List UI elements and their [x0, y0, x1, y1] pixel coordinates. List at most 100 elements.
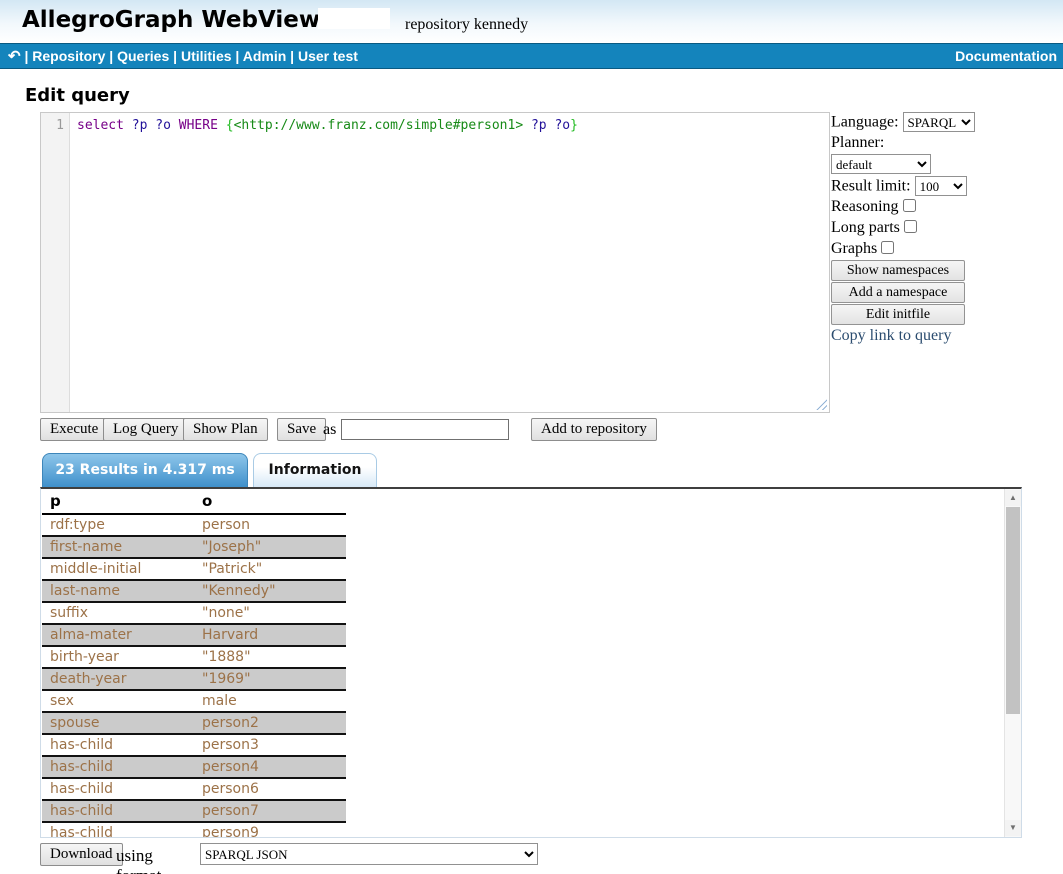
table-cell: person4	[194, 756, 346, 778]
cell-o[interactable]: person9	[202, 825, 259, 838]
scroll-up-icon[interactable]: ▲	[1005, 490, 1021, 506]
cell-p[interactable]: middle-initial	[50, 561, 141, 577]
cell-o[interactable]: male	[202, 693, 237, 709]
save-name-input[interactable]	[341, 419, 509, 440]
query-options-panel: Language: SPARQL Planner: default Result…	[831, 112, 967, 345]
table-cell: has-child	[42, 800, 194, 822]
cell-p[interactable]: has-child	[50, 759, 113, 775]
cell-o[interactable]: person2	[202, 715, 259, 731]
page: AllegroGraph WebView repository kennedy …	[0, 0, 1063, 874]
long-parts-checkbox[interactable]	[904, 220, 917, 233]
cell-o[interactable]: person	[202, 517, 250, 533]
nav-item-user-test[interactable]: User test	[298, 48, 358, 64]
reasoning-checkbox[interactable]	[903, 199, 916, 212]
nav-item-repository[interactable]: Repository	[32, 48, 105, 64]
graphs-row: Graphs	[831, 239, 967, 259]
result-limit-select[interactable]: 100	[915, 176, 967, 196]
table-row: last-name "Kennedy"	[42, 580, 346, 602]
scrollbar-thumb[interactable]	[1006, 507, 1020, 714]
table-cell: person3	[194, 734, 346, 756]
results-scrollbar[interactable]: ▲ ▼	[1004, 489, 1021, 837]
show-plan-button[interactable]: Show Plan	[183, 418, 268, 441]
tab-information[interactable]: Information	[253, 453, 377, 487]
table-row: has-child person4	[42, 756, 346, 778]
cell-p[interactable]: alma-mater	[50, 627, 132, 643]
editor-gutter: 1	[41, 113, 70, 412]
table-cell: "1969"	[194, 668, 346, 690]
table-cell: person9	[194, 822, 346, 838]
cell-o[interactable]: person3	[202, 737, 259, 753]
planner-label: Planner:	[831, 133, 967, 153]
cell-p[interactable]: spouse	[50, 715, 100, 731]
cell-p[interactable]: last-name	[50, 583, 120, 599]
cell-o[interactable]: "1969"	[202, 671, 251, 687]
code-token-plain	[523, 118, 531, 133]
cell-p[interactable]: has-child	[50, 737, 113, 753]
cell-o[interactable]: person6	[202, 781, 259, 797]
blank-area	[318, 8, 390, 29]
table-cell: person7	[194, 800, 346, 822]
graphs-checkbox[interactable]	[881, 241, 894, 254]
table-row: birth-year "1888"	[42, 646, 346, 668]
add-a-namespace-button[interactable]: Add a namespace	[831, 282, 965, 303]
back-arrow-icon[interactable]: ↶	[8, 48, 21, 65]
code-line-content[interactable]: select ?p ?o WHERE {<http://www.franz.co…	[71, 113, 829, 412]
cell-p[interactable]: has-child	[50, 825, 113, 838]
cell-p[interactable]: death-year	[50, 671, 126, 687]
language-select[interactable]: SPARQL	[903, 112, 975, 132]
cell-p[interactable]: first-name	[50, 539, 122, 555]
code-token-variable: ?o	[554, 118, 570, 133]
query-editor[interactable]: 1 select ?p ?o WHERE {<http://www.franz.…	[40, 112, 830, 413]
nav-item-admin[interactable]: Admin	[243, 48, 287, 64]
table-cell: sex	[42, 690, 194, 712]
cell-p[interactable]: sex	[50, 693, 74, 709]
using-format-label: using format	[116, 846, 161, 874]
table-cell: has-child	[42, 756, 194, 778]
cell-o[interactable]: "none"	[202, 605, 250, 621]
table-row: has-child person9	[42, 822, 346, 838]
execute-button[interactable]: Execute	[40, 418, 108, 441]
cell-o[interactable]: Harvard	[202, 627, 258, 643]
language-label: Language:	[831, 114, 899, 131]
results-table: po rdf:typepersonfirst-name"Joseph"middl…	[42, 490, 346, 838]
action-bar: Execute Log Query Show Plan Save as Add …	[40, 418, 760, 442]
cell-p[interactable]: rdf:type	[50, 517, 105, 533]
nav-item-queries[interactable]: Queries	[117, 48, 169, 64]
cell-o[interactable]: "1888"	[202, 649, 251, 665]
column-header-p: p	[42, 490, 194, 514]
cell-o[interactable]: "Patrick"	[202, 561, 262, 577]
scroll-down-icon[interactable]: ▼	[1005, 820, 1021, 836]
nav-item-documentation[interactable]: Documentation	[955, 48, 1057, 64]
table-cell: Harvard	[194, 624, 346, 646]
cell-o[interactable]: person4	[202, 759, 259, 775]
save-button[interactable]: Save	[277, 418, 326, 441]
tab-results[interactable]: 23 Results in 4.317 ms	[42, 453, 248, 487]
table-cell: suffix	[42, 602, 194, 624]
cell-p[interactable]: suffix	[50, 605, 88, 621]
code-token-plain	[124, 118, 132, 133]
planner-select[interactable]: default	[831, 154, 931, 174]
table-row: has-child person3	[42, 734, 346, 756]
table-row: suffix "none"	[42, 602, 346, 624]
cell-o[interactable]: "Joseph"	[202, 539, 261, 555]
download-button[interactable]: Download	[40, 843, 123, 866]
show-namespaces-button[interactable]: Show namespaces	[831, 260, 965, 281]
results-panel: po rdf:typepersonfirst-name"Joseph"middl…	[40, 487, 1022, 838]
edit-initfile-button[interactable]: Edit initfile	[831, 304, 965, 325]
table-row: alma-mater Harvard	[42, 624, 346, 646]
table-cell: "1888"	[194, 646, 346, 668]
cell-p[interactable]: birth-year	[50, 649, 119, 665]
format-select[interactable]: SPARQL JSON	[200, 843, 538, 865]
code-token-variable: ?p	[531, 118, 547, 133]
log-query-button[interactable]: Log Query	[103, 418, 188, 441]
copy-link-to-query[interactable]: Copy link to query	[831, 327, 967, 345]
nav-item-utilities[interactable]: Utilities	[181, 48, 232, 64]
cell-p[interactable]: has-child	[50, 803, 113, 819]
code-token-uri: <http://www.franz.com/simple#person1>	[234, 118, 524, 133]
cell-o[interactable]: person7	[202, 803, 259, 819]
add-to-repository-button[interactable]: Add to repository	[531, 418, 657, 441]
table-row: has-child person6	[42, 778, 346, 800]
table-cell: "none"	[194, 602, 346, 624]
cell-o[interactable]: "Kennedy"	[202, 583, 276, 599]
cell-p[interactable]: has-child	[50, 781, 113, 797]
